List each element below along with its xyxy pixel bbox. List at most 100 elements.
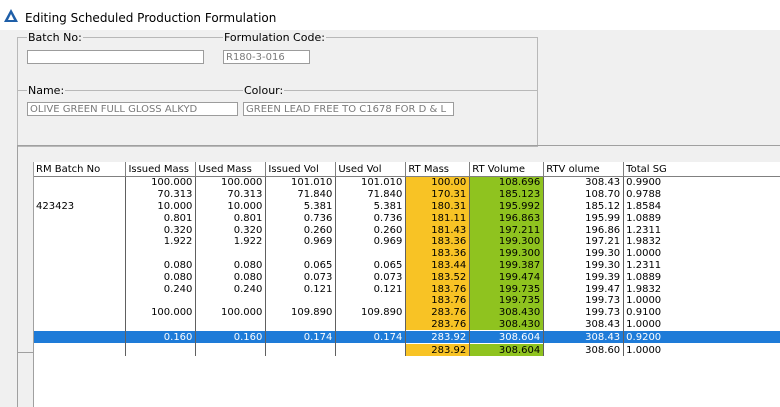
table-cell: 101.010 (265, 176, 337, 189)
column-header-rt-mass[interactable]: RT Mass (405, 162, 471, 177)
table-cell: 183.76 (405, 294, 471, 307)
table-cell: 199.300 (469, 247, 545, 260)
name-field[interactable]: OLIVE GREEN FULL GLOSS ALKYD (27, 102, 238, 116)
table-cell: 199.73 (543, 294, 625, 307)
table-row[interactable]: 423423 10.000 10.000 5.381 5.381 180.31 195.99… (34, 200, 780, 213)
formulation-grid-frame: RM Batch No Issued Mass Used Mass Issued Vo… (17, 145, 780, 407)
table-cell: 1.2311 (623, 224, 780, 236)
table-row[interactable]: 100.000 100.000 101.010 101.010 100.00 108.69… (34, 176, 780, 189)
batch-input[interactable] (27, 50, 204, 64)
table-row[interactable]: 283.76 308.430 308.43 1.0000 (34, 318, 780, 331)
table-cell (265, 343, 337, 356)
table-cell: 199.387 (469, 259, 545, 272)
table-cell: 109.890 (335, 306, 407, 319)
colour-field[interactable]: GREEN LEAD FREE TO C1678 FOR D & L (243, 102, 454, 116)
column-header-total-sg[interactable]: Total SG (623, 162, 780, 177)
table-cell: 0.240 (195, 283, 267, 295)
batch-label: Batch No: (27, 31, 83, 44)
table-cell: 308.430 (469, 306, 545, 319)
table-cell (195, 294, 267, 307)
title-bar: Editing Scheduled Production Formulation (0, 0, 780, 30)
table-cell: 199.30 (543, 259, 625, 272)
table-cell: 0.174 (335, 330, 407, 345)
column-header-rt-volume[interactable]: RT Volume (469, 162, 545, 177)
table-cell (195, 247, 267, 260)
table-row[interactable]: 0.160 0.160 0.174 0.174 283.92 308.604 308.43 0… (34, 330, 780, 345)
table-cell: 0.065 (265, 259, 337, 272)
table-cell: 0.080 (195, 259, 267, 272)
table-cell: 283.76 (405, 306, 471, 319)
table-cell: 308.430 (469, 318, 545, 331)
column-header-rm-batch-no[interactable]: RM Batch No (34, 162, 127, 177)
table-cell: 183.44 (405, 259, 471, 272)
table-cell (34, 283, 127, 295)
column-header-issued-vol[interactable]: Issued Vol (265, 162, 337, 177)
table-cell: 0.9200 (623, 330, 780, 345)
table-cell: 0.073 (335, 271, 407, 284)
table-cell: 183.36 (405, 235, 471, 248)
table-cell (34, 212, 127, 225)
table-cell: 1.922 (195, 235, 267, 248)
table-row[interactable]: 183.36 199.300 199.30 1.0000 (34, 247, 780, 260)
table-cell: 0.160 (125, 330, 197, 345)
table-cell (265, 247, 337, 260)
table-cell (265, 294, 337, 307)
table-cell: 183.36 (405, 247, 471, 260)
table-cell: 0.160 (195, 330, 267, 345)
table-cell: 0.073 (265, 271, 337, 284)
table-cell: 0.260 (265, 224, 337, 236)
table-row[interactable]: 0.080 0.080 0.073 0.073 183.52 199.474 199.39 1… (34, 271, 780, 284)
table-row[interactable]: 0.801 0.801 0.736 0.736 181.11 196.863 195.99 1… (34, 212, 780, 225)
table-cell: 100.000 (125, 306, 197, 319)
table-cell: 185.12 (543, 200, 625, 213)
table-cell: 0.9900 (623, 176, 780, 189)
table-cell: 109.890 (265, 306, 337, 319)
table-cell: 308.604 (469, 330, 545, 345)
table-cell: 423423 (34, 200, 127, 213)
table-cell: 0.080 (125, 271, 197, 284)
table-cell: 199.73 (543, 306, 625, 319)
table-cell: 10.000 (195, 200, 267, 213)
table-row[interactable]: 70.313 70.313 71.840 71.840 170.31 185.123 108… (34, 188, 780, 201)
table-cell: 0.240 (125, 283, 197, 295)
row-indicator-gutter (18, 162, 34, 407)
table-cell: 0.174 (265, 330, 337, 345)
table-cell (34, 188, 127, 201)
table-cell (265, 318, 337, 331)
table-row[interactable]: 283.92 308.604 308.60 1.0000 (34, 343, 780, 356)
table-cell (34, 330, 127, 345)
gutter-divider (18, 352, 33, 353)
table-row[interactable]: 1.922 1.922 0.969 0.969 183.36 199.300 197.21 1… (34, 235, 780, 248)
column-header-rtv-olume[interactable]: RTV olume (543, 162, 625, 177)
column-header-used-vol[interactable]: Used Vol (335, 162, 407, 177)
table-cell: 1.0000 (623, 247, 780, 260)
table-cell: 1.2311 (623, 259, 780, 272)
table-cell: 0.969 (265, 235, 337, 248)
table-row[interactable]: 0.080 0.080 0.065 0.065 183.44 199.387 199.30 1… (34, 259, 780, 272)
table-cell (34, 306, 127, 319)
table-cell (34, 271, 127, 284)
table-row[interactable]: 0.240 0.240 0.121 0.121 183.76 199.735 199.47 1… (34, 283, 780, 295)
table-row[interactable]: 0.320 0.320 0.260 0.260 181.43 197.211 196.86 1… (34, 224, 780, 236)
table-row[interactable]: 100.000 100.000 109.890 109.890 283.76 308.43… (34, 306, 780, 319)
table-cell: 1.9832 (623, 235, 780, 248)
formulation-code-field[interactable]: R180-3-016 (223, 50, 310, 64)
table-cell: 1.0000 (623, 294, 780, 307)
table-cell: 0.080 (125, 259, 197, 272)
table-row[interactable]: 183.76 199.735 199.73 1.0000 (34, 294, 780, 307)
table-cell (34, 318, 127, 331)
table-cell (335, 343, 407, 356)
table-cell: 70.313 (125, 188, 197, 201)
column-header-used-mass[interactable]: Used Mass (195, 162, 267, 177)
table-cell: 5.381 (265, 200, 337, 213)
name-label: Name: (27, 84, 66, 97)
table-cell: 1.0000 (623, 318, 780, 331)
table-cell: 100.000 (125, 176, 197, 189)
formulation-grid[interactable]: RM Batch No Issued Mass Used Mass Issued Vo… (34, 162, 780, 407)
table-cell (125, 247, 197, 260)
table-cell: 5.381 (335, 200, 407, 213)
table-cell: 108.696 (469, 176, 545, 189)
table-cell: 70.313 (195, 188, 267, 201)
column-header-issued-mass[interactable]: Issued Mass (125, 162, 197, 177)
table-cell: 197.21 (543, 235, 625, 248)
